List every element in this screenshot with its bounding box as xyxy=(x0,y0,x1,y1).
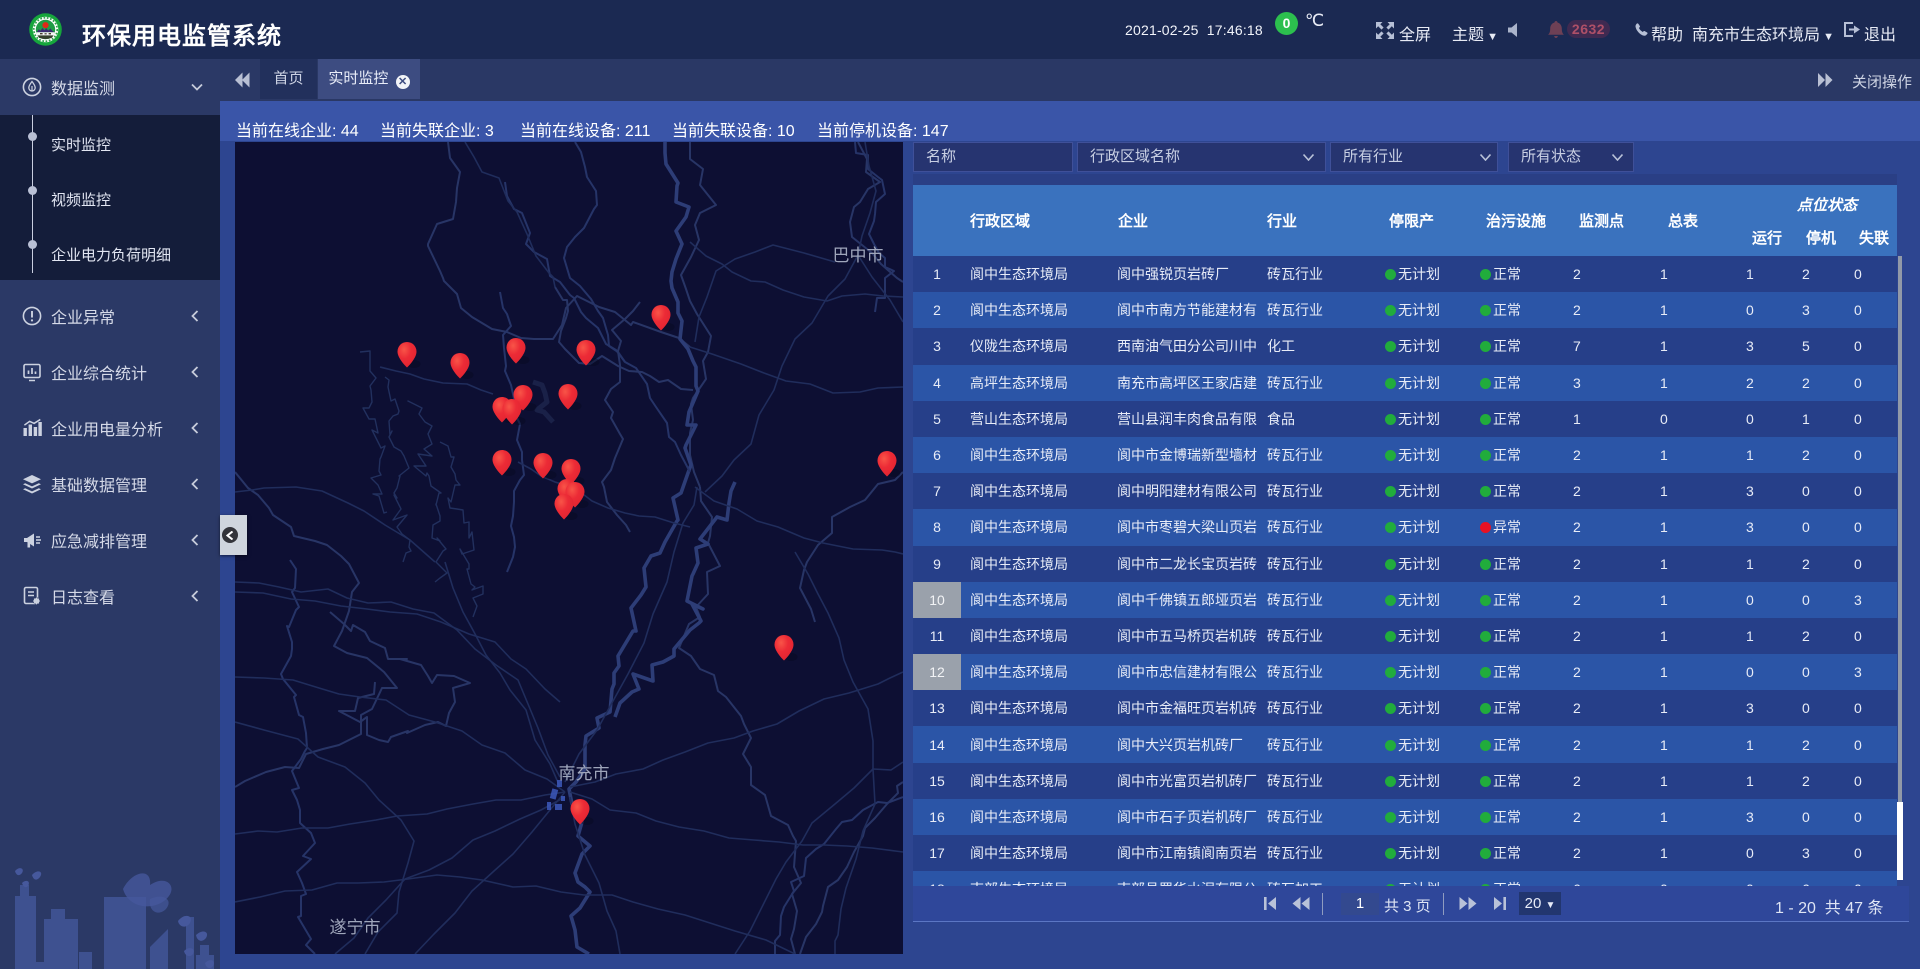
svg-text:巴中市: 巴中市 xyxy=(833,246,884,265)
svg-text:南充市: 南充市 xyxy=(559,764,610,783)
svg-text:遂宁市: 遂宁市 xyxy=(330,918,381,937)
